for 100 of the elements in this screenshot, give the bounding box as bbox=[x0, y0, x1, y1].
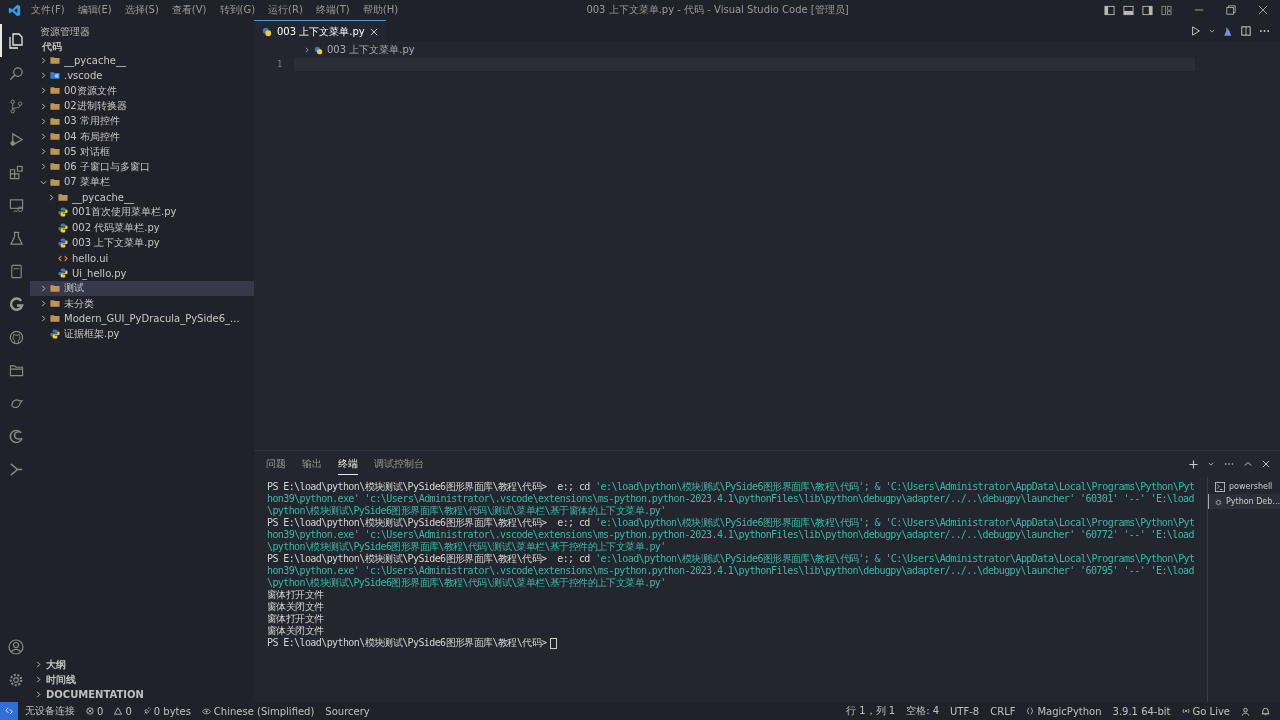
warning-icon bbox=[114, 707, 123, 715]
menu-item[interactable]: 帮助(H) bbox=[362, 3, 399, 17]
python-file-icon bbox=[58, 222, 68, 233]
split-editor-icon[interactable] bbox=[1241, 26, 1251, 36]
go-live-button[interactable]: Go Live bbox=[1181, 705, 1230, 717]
python-file-icon bbox=[58, 207, 68, 218]
close-icon[interactable] bbox=[1262, 460, 1270, 468]
status-item[interactable]: Sourcery bbox=[325, 705, 370, 717]
settings-icon[interactable] bbox=[8, 671, 24, 688]
caret-down-icon[interactable] bbox=[1208, 461, 1214, 467]
tree-item[interactable]: 001首次使用菜单栏.py bbox=[30, 204, 254, 221]
terminal-line: 窗体关闭文件 bbox=[267, 601, 325, 613]
layout-panel-icon[interactable] bbox=[1123, 4, 1134, 16]
tree-item[interactable]: 002 代码菜单栏.py bbox=[30, 220, 254, 236]
tree-item[interactable]: 05 对话框 bbox=[30, 144, 254, 160]
status-item[interactable]: UTF-8 bbox=[950, 705, 980, 717]
warning-count[interactable]: 0 bbox=[114, 705, 132, 717]
github-icon bbox=[8, 330, 24, 345]
status-item[interactable]: 3.9.1 64-bit bbox=[1112, 705, 1171, 717]
restore-icon[interactable] bbox=[1226, 5, 1236, 15]
tree-item[interactable]: 06 子窗口与多窗口 bbox=[30, 159, 254, 175]
chevron-right-icon bbox=[48, 193, 55, 201]
menu-item[interactable]: 编辑(E) bbox=[77, 3, 112, 17]
panel-tab[interactable]: 调试控制台 bbox=[374, 453, 424, 475]
sidebar-section-header[interactable]: DOCUMENTATION bbox=[30, 687, 254, 702]
menu-item[interactable]: 查看(V) bbox=[171, 3, 207, 17]
tree-item[interactable]: hello.ui bbox=[30, 250, 254, 266]
tree-item[interactable]: .vscode bbox=[30, 68, 254, 84]
sidebar-section-header[interactable]: 大纲 bbox=[30, 657, 254, 672]
chevron-right-icon bbox=[35, 691, 42, 698]
remote-icon bbox=[5, 707, 13, 715]
workspace-header[interactable]: 代码 bbox=[30, 39, 254, 53]
tree-item[interactable]: 未分类 bbox=[30, 296, 254, 312]
terminal-line: 窗体打开文件 bbox=[267, 589, 325, 601]
window-title: 003 上下文菜单.py - 代码 - Visual Studio Code [管理员] bbox=[585, 3, 850, 17]
status-item[interactable]: 无设备连接 bbox=[25, 704, 75, 718]
more-icon[interactable] bbox=[1259, 29, 1270, 33]
error-count[interactable]: 0 bbox=[86, 705, 104, 717]
tree-item[interactable]: __pycache__ bbox=[30, 189, 254, 205]
tree-item[interactable]: 02进制转换器 bbox=[30, 98, 254, 114]
folder-icon bbox=[8, 363, 24, 378]
layout-sidebar-icon[interactable] bbox=[1104, 4, 1115, 16]
panel-tab[interactable]: 终端 bbox=[338, 453, 358, 475]
status-item[interactable]: Chinese (Simplified) bbox=[201, 705, 315, 717]
terminal-line: 窗体打开文件 bbox=[267, 613, 325, 625]
terminal-icon bbox=[1215, 481, 1225, 492]
status-item[interactable]: 空格: 4 bbox=[906, 704, 940, 718]
chevron-up-icon[interactable] bbox=[1244, 460, 1252, 468]
status-item[interactable]: 0 bytes bbox=[142, 705, 191, 717]
tree-item[interactable]: Ui_hello.py bbox=[30, 265, 254, 281]
sidebar-section-header[interactable]: 时间线 bbox=[30, 672, 254, 687]
python-file-icon bbox=[314, 45, 323, 55]
feedback-person-icon[interactable] bbox=[1241, 706, 1250, 716]
status-item[interactable]: CRLF bbox=[990, 705, 1016, 717]
tree-item[interactable]: 00资源文件 bbox=[30, 83, 254, 99]
terminal-list-item[interactable]: Python Deb... bbox=[1208, 494, 1280, 509]
breadcrumb-item[interactable]: 003 上下文菜单.py bbox=[314, 43, 415, 57]
menu-item[interactable]: 终端(T) bbox=[315, 3, 350, 17]
tree-item[interactable]: 证据框架.py bbox=[30, 326, 254, 342]
plug-icon bbox=[142, 707, 151, 715]
notebook-icon bbox=[8, 264, 24, 279]
close-icon[interactable] bbox=[1258, 5, 1268, 15]
terminal-line: 窗体关闭文件 bbox=[267, 625, 325, 637]
more-icon[interactable] bbox=[1224, 462, 1234, 466]
python-file-icon bbox=[50, 328, 60, 339]
files-icon bbox=[8, 32, 24, 49]
add-icon[interactable] bbox=[1189, 459, 1198, 469]
close-icon[interactable] bbox=[369, 27, 378, 36]
menu-item[interactable]: 文件(F) bbox=[31, 3, 65, 17]
layout-split-icon[interactable] bbox=[1142, 4, 1153, 16]
tree-item[interactable]: 测试 bbox=[30, 280, 254, 296]
monitor-icon bbox=[8, 198, 24, 213]
tree-item[interactable]: __pycache__ bbox=[30, 53, 254, 69]
notification-bell-icon[interactable] bbox=[1261, 706, 1270, 716]
panel-tab[interactable]: 输出 bbox=[302, 453, 322, 475]
vscode-folder-icon bbox=[50, 71, 60, 81]
menu-item[interactable]: 转到(G) bbox=[219, 3, 256, 17]
run-icon[interactable] bbox=[1191, 26, 1201, 36]
search-icon bbox=[8, 66, 24, 81]
eye-icon bbox=[201, 707, 211, 715]
language-mode[interactable]: MagicPython bbox=[1026, 705, 1102, 717]
python-file-icon bbox=[58, 237, 68, 248]
menu-item[interactable]: 运行(R) bbox=[268, 3, 303, 17]
tree-item[interactable]: 04 布局控件 bbox=[30, 128, 254, 145]
panel-tab[interactable]: 问题 bbox=[266, 453, 286, 475]
caret-down-icon[interactable] bbox=[1209, 28, 1215, 34]
tree-item[interactable]: 07 菜单栏 bbox=[30, 174, 254, 190]
tree-item[interactable]: 003 上下文菜单.py bbox=[30, 235, 254, 251]
tree-item[interactable]: Modern_GUI_PyDracula_PySide6_... bbox=[30, 311, 254, 327]
terminal-cursor bbox=[550, 637, 558, 649]
terminal-list-item[interactable]: powershell bbox=[1208, 479, 1280, 494]
layout-grid-icon[interactable] bbox=[1161, 4, 1172, 16]
account-icon[interactable] bbox=[8, 638, 24, 655]
menu-item[interactable]: 选择(S) bbox=[124, 3, 159, 17]
tree-item[interactable]: 03 常用控件 bbox=[30, 113, 254, 129]
braces-icon bbox=[1026, 707, 1035, 715]
broadcast-icon bbox=[1181, 707, 1190, 715]
status-item[interactable]: 行 1，列 1 bbox=[846, 704, 896, 718]
python-file-icon bbox=[58, 268, 68, 279]
editor-tab[interactable]: 003 上下文菜单.py bbox=[254, 20, 386, 42]
